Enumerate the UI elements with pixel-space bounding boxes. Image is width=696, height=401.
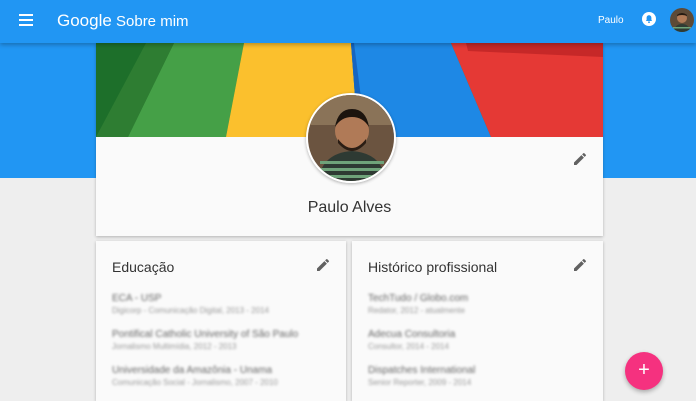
profile-photo[interactable] — [306, 93, 396, 183]
page-title: Sobre mim — [116, 13, 189, 30]
work-history-title: Histórico profissional — [368, 259, 498, 275]
list-item: Pontifical Catholic University of São Pa… — [112, 329, 299, 351]
list-item: Universidade da Amazônia - Unama Comunic… — [112, 365, 278, 387]
google-logo[interactable]: Google — [57, 11, 112, 31]
work-history-card: Histórico profissional TechTudo / Globo.… — [352, 241, 603, 401]
profile-name: Paulo Alves — [307, 199, 392, 216]
list-item: TechTudo / Globo.com Redator, 2012 - atu… — [368, 293, 469, 315]
bell-icon[interactable] — [642, 12, 656, 26]
account-avatar[interactable] — [670, 8, 694, 32]
profile-card: Paulo Alves — [96, 43, 603, 236]
user-name[interactable]: Paulo — [598, 14, 624, 28]
list-item: Adecua Consultoria Consultor, 2014 - 201… — [368, 329, 456, 351]
pencil-icon[interactable] — [572, 257, 588, 273]
plus-icon: + — [638, 359, 650, 381]
list-item: Dispatches International Senior Reporter… — [368, 365, 476, 387]
add-button[interactable]: + — [625, 352, 663, 390]
education-title: Educação — [112, 259, 175, 275]
education-card: Educação ECA - USP Digicorp - Comunicaçã… — [96, 241, 346, 401]
list-item: ECA - USP Digicorp - Comunicação Digital… — [112, 293, 269, 315]
menu-icon[interactable] — [19, 14, 33, 26]
pencil-icon[interactable] — [572, 151, 588, 167]
pencil-icon[interactable] — [315, 257, 331, 273]
top-app-bar: Google Sobre mim Paulo — [0, 0, 696, 43]
